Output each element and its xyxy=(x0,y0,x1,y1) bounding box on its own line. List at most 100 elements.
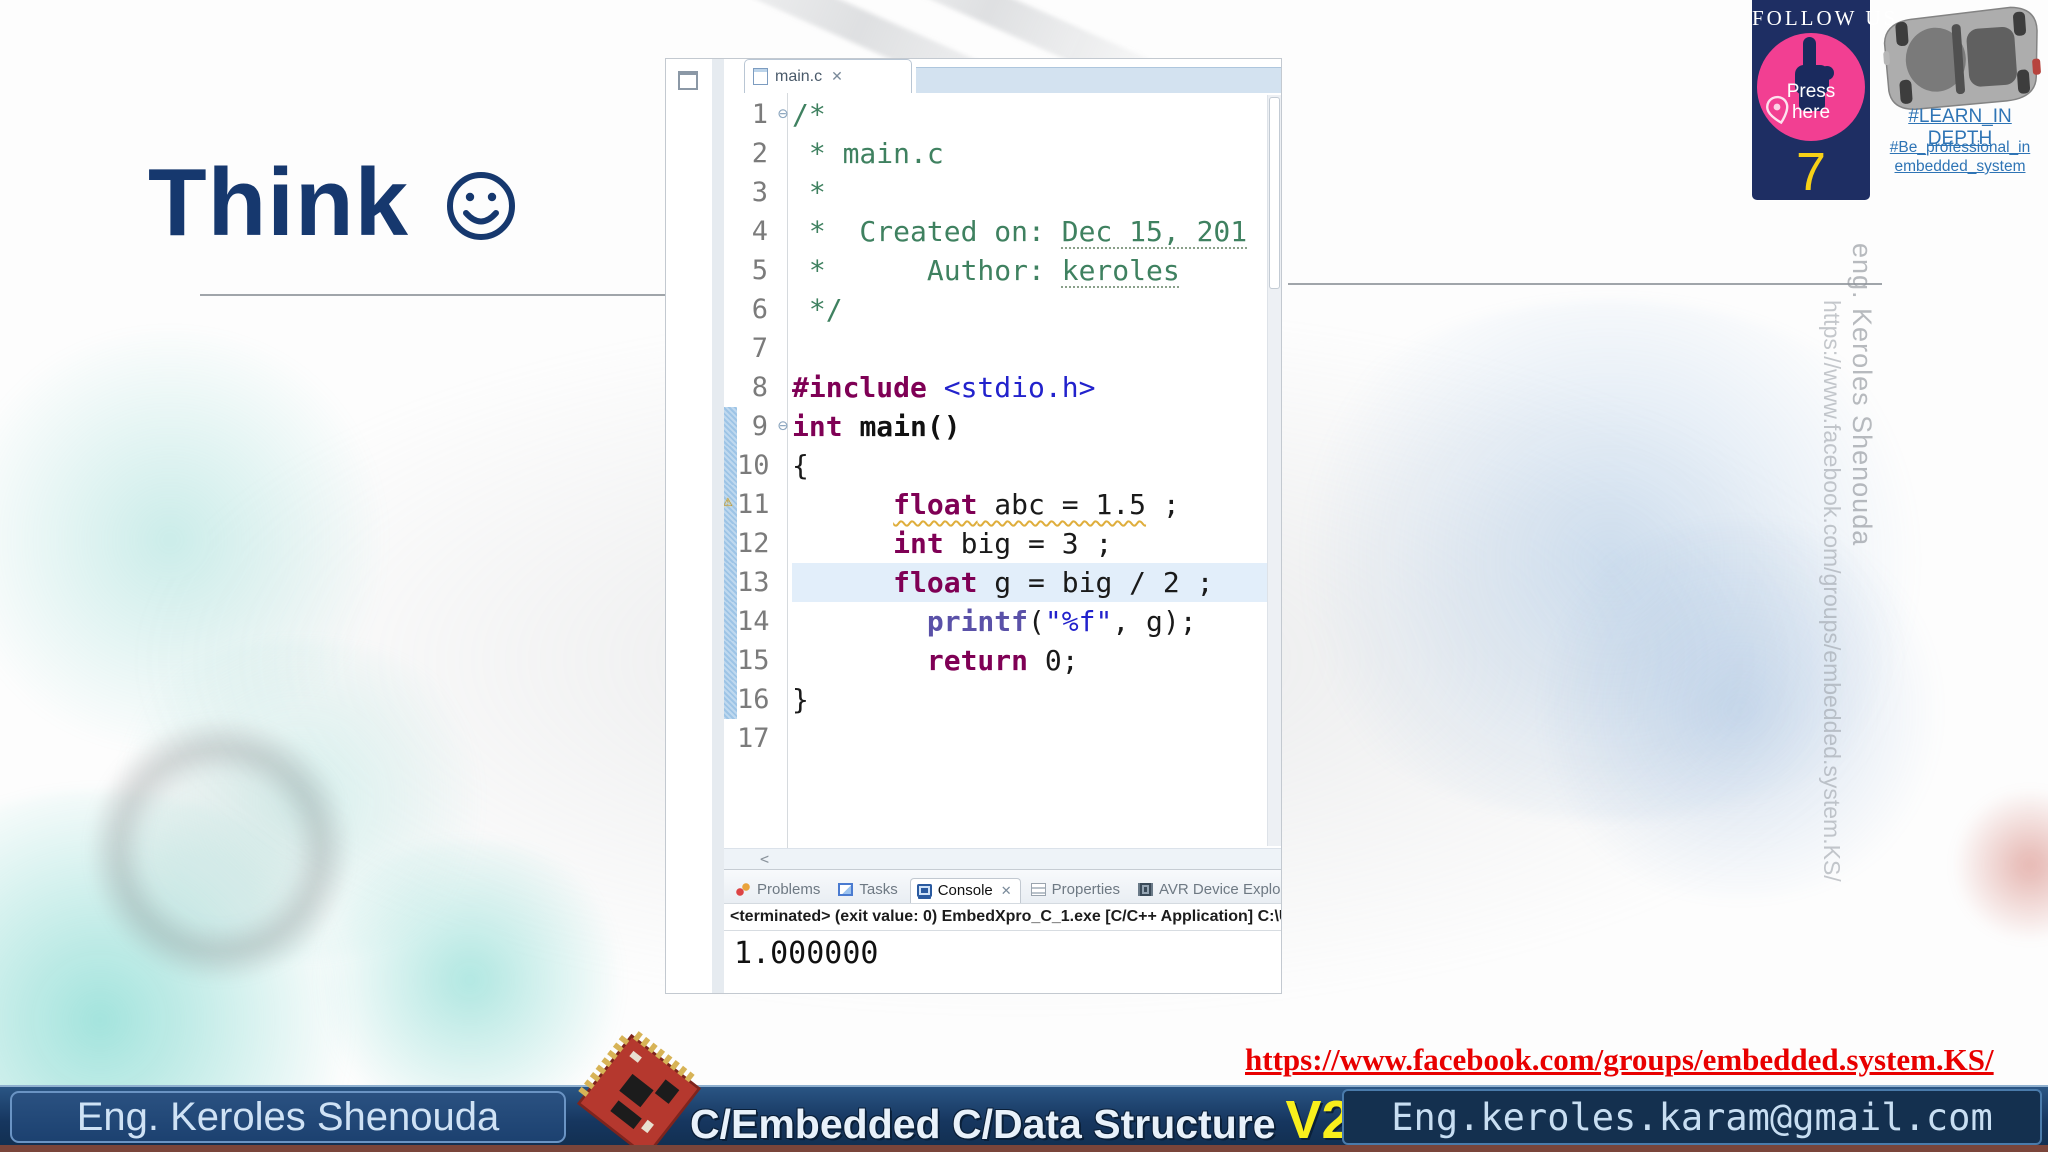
scroll-left-arrow-icon[interactable]: < xyxy=(724,850,769,868)
code-text[interactable]: /* xyxy=(792,95,1281,134)
code-text[interactable]: printf("%f", g); xyxy=(792,602,1281,641)
code-text[interactable]: * Author: keroles xyxy=(792,251,1281,290)
fold-column xyxy=(774,368,792,407)
line-number: 8 xyxy=(751,372,768,403)
tab-properties[interactable]: Properties xyxy=(1025,878,1128,903)
bg-wheel xyxy=(90,720,350,980)
footer-banner: Eng. Keroles Shenouda C/Embedded C/Data … xyxy=(0,1031,2048,1152)
page-title: Think xyxy=(148,148,519,258)
code-text[interactable]: float g = big / 2 ; xyxy=(792,563,1281,602)
code-line[interactable]: 5 * Author: keroles xyxy=(724,251,1281,290)
code-text[interactable]: { xyxy=(792,446,1281,485)
line-number: 3 xyxy=(751,177,768,208)
gutter-margin xyxy=(724,251,737,290)
code-line[interactable]: 3 * xyxy=(724,173,1281,212)
facebook-group-link[interactable]: https://www.facebook.com/groups/embedded… xyxy=(1245,1042,2037,1078)
editor-horizontal-scrollbar[interactable]: < xyxy=(724,848,1281,869)
tab-label: Console xyxy=(937,882,993,899)
press-here-button[interactable]: Press here xyxy=(1757,33,1865,141)
warning-icon: ⚠ xyxy=(724,491,733,510)
code-line[interactable]: 17 xyxy=(724,719,1281,758)
code-line[interactable]: 8 #include <stdio.h> xyxy=(724,368,1281,407)
selection-range-bar xyxy=(724,563,737,602)
code-line[interactable]: 15 return 0; xyxy=(724,641,1281,680)
tab-avr-device-explorer[interactable]: AVR Device Explorer xyxy=(1132,878,1281,903)
selection-range-bar xyxy=(724,524,737,563)
code-text[interactable]: int big = 3 ; xyxy=(792,524,1281,563)
code-line[interactable]: 9 ⊖ int main() xyxy=(724,407,1281,446)
tab-label: Properties xyxy=(1051,881,1121,898)
code-line[interactable]: 13 float g = big / 2 ; xyxy=(724,563,1281,602)
fold-column xyxy=(774,173,792,212)
title-text: Think xyxy=(148,149,409,256)
location-pin-icon xyxy=(1765,95,1791,130)
code-line[interactable]: ⚠ 11 float abc = 1.5 ; xyxy=(724,485,1281,524)
line-number: 17 xyxy=(737,723,770,754)
line-number: 10 xyxy=(737,450,770,481)
line-number: 7 xyxy=(751,333,768,364)
code-line[interactable]: 2 * main.c xyxy=(724,134,1281,173)
problems-icon xyxy=(736,883,751,896)
code-text[interactable]: return 0; xyxy=(792,641,1281,680)
code-text[interactable] xyxy=(792,329,1281,368)
code-text[interactable]: } xyxy=(792,680,1281,719)
tab-tasks[interactable]: Tasks xyxy=(832,878,905,903)
code-text[interactable]: * Created on: Dec 15, 201 xyxy=(792,212,1281,251)
watermark-url: https://www.facebook.com/groups/embedded… xyxy=(1819,300,1845,882)
code-text[interactable]: #include <stdio.h> xyxy=(792,368,1281,407)
code-line[interactable]: 1 ⊖/* xyxy=(724,95,1281,134)
tasks-icon xyxy=(838,883,854,896)
tab-main-c[interactable]: main.c ✕ xyxy=(744,59,912,93)
fold-column xyxy=(774,602,792,641)
code-text[interactable]: * xyxy=(792,173,1281,212)
code-text[interactable]: * main.c xyxy=(792,134,1281,173)
console-status-line: <terminated> (exit value: 0) EmbedXpro_C… xyxy=(724,904,1281,931)
gutter-margin xyxy=(724,368,737,407)
line-number: 9 xyxy=(751,411,768,442)
code-line[interactable]: 16} xyxy=(724,680,1281,719)
code-line[interactable]: 7 xyxy=(724,329,1281,368)
fold-column xyxy=(774,329,792,368)
fold-column xyxy=(774,680,792,719)
console-output: 1.000000 xyxy=(734,936,879,971)
restore-pane-icon[interactable] xyxy=(678,71,698,90)
code-line[interactable]: 14 printf("%f", g); xyxy=(724,602,1281,641)
fold-column xyxy=(774,446,792,485)
fold-column xyxy=(774,134,792,173)
code-text[interactable]: int main() xyxy=(792,407,1281,446)
code-text[interactable] xyxy=(792,719,1281,758)
code-line[interactable]: 10 { xyxy=(724,446,1281,485)
gutter-margin xyxy=(724,719,737,758)
tab-label: Problems xyxy=(757,881,821,898)
code-line[interactable]: 4 * Created on: Dec 15, 201 xyxy=(724,212,1281,251)
line-number: 5 xyxy=(751,255,768,286)
code-text[interactable]: */ xyxy=(792,290,1281,329)
fold-marker-icon[interactable]: ⊖ xyxy=(774,95,792,134)
fold-column xyxy=(774,563,792,602)
tab-console[interactable]: Console ✕ xyxy=(909,878,1021,903)
code-line[interactable]: 6 */ xyxy=(724,290,1281,329)
code-area[interactable]: 1 ⊖/* 2 * main.c 3 * 4 * Created on: Dec 15,… xyxy=(724,93,1281,848)
selection-range-bar xyxy=(724,446,737,485)
bg-blob xyxy=(1520,520,1960,900)
close-icon[interactable]: ✕ xyxy=(831,68,843,85)
console-panel: Problems Tasks Console ✕ Properties AVR Devic… xyxy=(724,869,1281,993)
course-title: C/Embedded C/Data Structure V2 xyxy=(690,1090,1352,1150)
line-number: 16 xyxy=(737,684,770,715)
gutter-margin xyxy=(724,329,737,368)
fold-marker-icon[interactable]: ⊖ xyxy=(774,407,792,446)
code-text[interactable]: float abc = 1.5 ; xyxy=(792,485,1281,524)
collapsed-pane[interactable] xyxy=(666,59,712,993)
tab-problems[interactable]: Problems xyxy=(730,878,828,903)
line-number: 11 xyxy=(737,489,770,520)
hashtag-be-professional[interactable]: #Be_professional_in embedded_system xyxy=(1872,138,2048,176)
editor-vertical-scrollbar[interactable] xyxy=(1267,95,1281,846)
line-number: 4 xyxy=(751,216,768,247)
chip-icon xyxy=(1138,883,1154,896)
code-line[interactable]: 12 int big = 3 ; xyxy=(724,524,1281,563)
follow-us-badge[interactable]: FOLLOW US Press here 7 xyxy=(1752,0,1895,200)
close-icon[interactable]: ✕ xyxy=(1001,883,1012,899)
editor-tab-bar: main.c ✕ xyxy=(724,59,1281,93)
divider-line xyxy=(200,294,670,296)
scrollbar-thumb[interactable] xyxy=(1269,97,1280,289)
